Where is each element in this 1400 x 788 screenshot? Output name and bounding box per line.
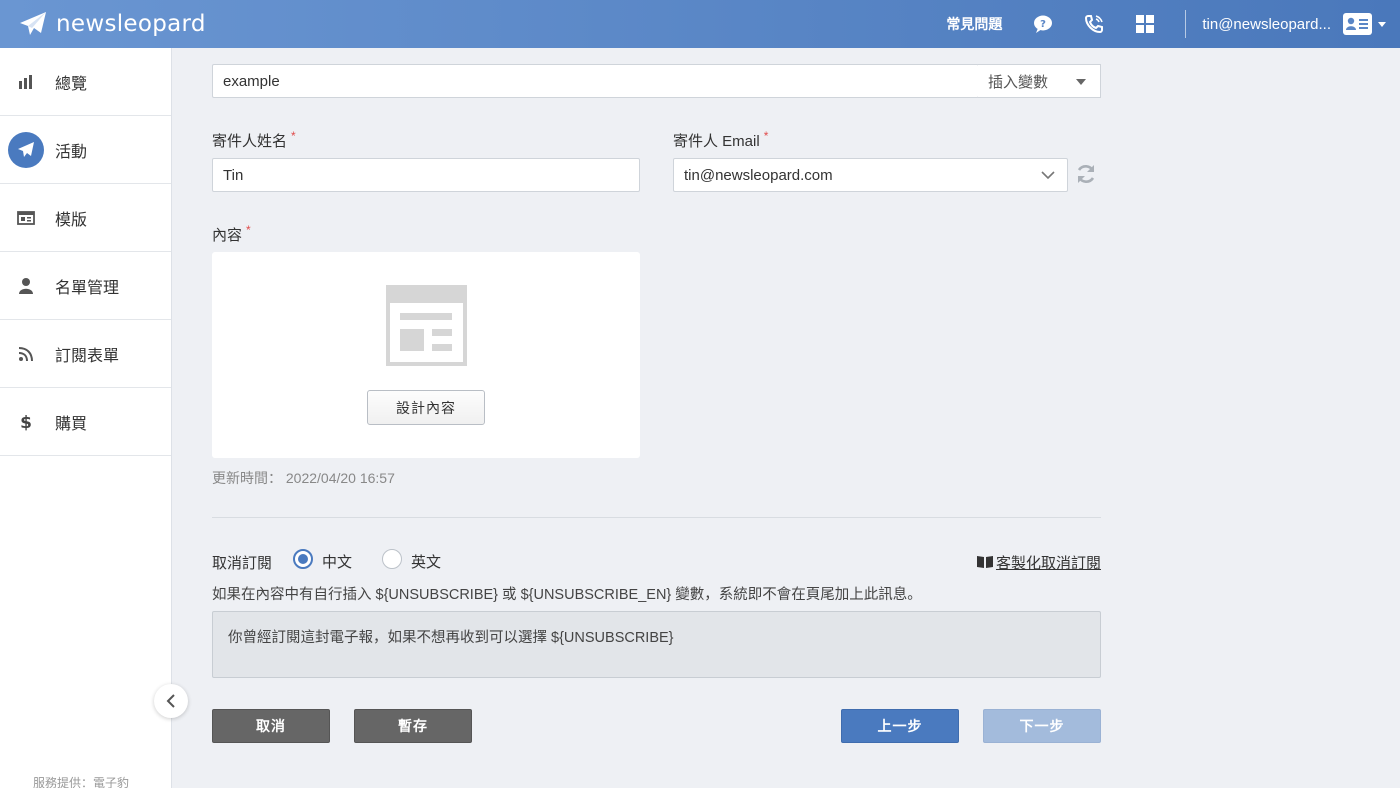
sender-name-input[interactable]: Tin [212,158,640,192]
save-draft-button[interactable]: 暫存 [354,709,472,743]
subject-input[interactable]: example [212,64,979,98]
template-placeholder-icon [386,285,467,366]
cancel-button[interactable]: 取消 [212,709,330,743]
sender-email-select[interactable]: tin@newsleopard.com [673,158,1068,192]
sender-name-label: 寄件人姓名 * [212,129,296,151]
template-icon [8,200,44,236]
faq-link[interactable]: 常見問題 [946,14,1002,34]
sidebar-item-overview[interactable]: 總覽 [0,48,171,116]
user-email[interactable]: tin@newsleopard... [1202,16,1331,33]
svg-text:$: $ [20,413,32,431]
sender-email-label: 寄件人 Email * [673,129,769,151]
contact-card-icon [1343,13,1372,35]
paper-plane-icon [8,131,44,168]
required-marker: * [763,129,769,143]
section-divider [212,517,1101,518]
apps-grid-icon[interactable] [1134,13,1156,35]
content-preview-box: 設計內容 [212,252,640,458]
unsubscribe-message-textarea[interactable]: 你曾經訂閱這封電子報，如果不想再收到可以選擇 ${UNSUBSCRIBE} [212,611,1101,678]
chevron-down-icon [1378,21,1386,27]
design-content-button[interactable]: 設計內容 [367,390,485,425]
sidebar-item-label: 購買 [55,415,88,433]
radio-english-label[interactable]: 英文 [411,551,441,572]
caret-down-icon [1076,79,1086,85]
dollar-icon: $ [8,404,44,440]
content-label: 內容 * [212,223,251,245]
content-label-text: 內容 [212,227,243,244]
sender-email-label-text: 寄件人 Email [673,133,760,150]
chevron-down-icon [1041,171,1055,180]
bar-chart-icon [8,64,44,100]
sidebar-item-lists[interactable]: 名單管理 [0,252,171,320]
sidebar-item-label: 訂閱表單 [55,347,120,365]
sidebar: 總覽 活動 模版 名單管理 訂閱表單 $ 購買 服務提供：電子豹 [0,48,172,788]
radio-chinese-label[interactable]: 中文 [322,551,352,572]
paper-plane-logo-icon [20,12,46,35]
next-step-button[interactable]: 下一步 [983,709,1101,743]
sidebar-item-label: 模版 [55,211,88,229]
required-marker: * [291,129,296,143]
sidebar-collapse-button[interactable] [154,684,188,718]
rss-icon [8,336,44,372]
unsubscribe-label: 取消訂閱 [212,555,273,572]
phone-icon[interactable] [1083,13,1105,35]
chat-icon[interactable]: ? [1032,13,1054,35]
topbar-divider [1185,10,1187,38]
unsubscribe-message-text: 你曾經訂閱這封電子報，如果不想再收到可以選擇 ${UNSUBSCRIBE} [228,630,674,646]
sidebar-item-label: 名單管理 [55,279,120,297]
brand-logo[interactable]: newsleopard [18,9,206,39]
sidebar-item-forms[interactable]: 訂閱表單 [0,320,171,388]
account-menu[interactable] [1343,13,1386,35]
svg-text:?: ? [1040,19,1046,30]
custom-unsubscribe-link[interactable]: 客製化取消訂閱 [996,552,1101,573]
previous-step-button[interactable]: 上一步 [841,709,959,743]
service-provider-note: 服務提供：電子豹 [33,776,130,788]
updated-time: 更新時間： 2022/04/20 16:57 [212,470,395,486]
required-marker: * [246,223,251,237]
campaign-form: example 插入變數 寄件人姓名 * Tin 寄件人 Email * tin@n… [172,48,1400,788]
subject-value: example [223,72,280,90]
insert-variable-label: 插入變數 [988,73,1049,91]
chevron-left-icon [166,694,175,708]
sidebar-item-templates[interactable]: 模版 [0,184,171,252]
radio-chinese[interactable] [293,549,313,569]
sidebar-item-purchase[interactable]: $ 購買 [0,388,171,456]
top-bar: newsleopard 常見問題 ? tin@newsleopard... [0,0,1400,48]
sender-name-value: Tin [223,166,244,184]
radio-english[interactable] [382,549,402,569]
unsubscribe-hint: 如果在內容中有自行插入 ${UNSUBSCRIBE} 或 ${UNSUBSCRI… [212,587,922,603]
sender-name-label-text: 寄件人姓名 [212,133,288,150]
book-icon [977,556,993,568]
person-icon [8,268,44,304]
sender-email-value: tin@newsleopard.com [684,166,833,184]
sidebar-item-label: 總覽 [55,75,88,93]
sidebar-item-campaigns[interactable]: 活動 [0,116,171,184]
refresh-icon[interactable] [1075,163,1097,185]
insert-variable-select[interactable]: 插入變數 [978,64,1101,98]
sidebar-item-label: 活動 [55,143,88,161]
brand-name: newsleopard [56,11,206,37]
